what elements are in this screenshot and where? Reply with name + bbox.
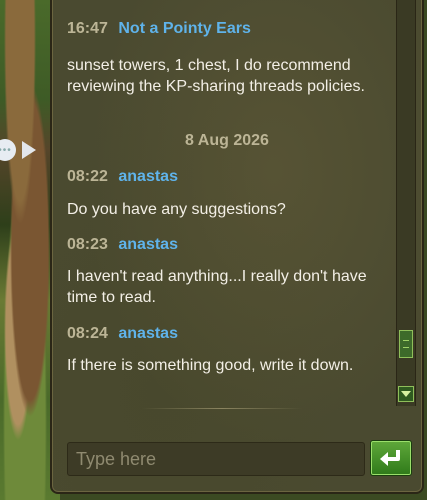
send-button[interactable]: [370, 440, 412, 476]
play-arrow-icon[interactable]: [22, 141, 36, 159]
message-author[interactable]: anastas: [118, 168, 178, 185]
message-header: 08:22 anastas: [67, 168, 178, 186]
message-list: 16:47 Not a Pointy Ears sunset towers, 1…: [67, 0, 387, 408]
message-header: 16:47 Not a Pointy Ears: [67, 20, 251, 38]
divider: [142, 408, 302, 409]
message-text: sunset towers, 1 chest, I do recommend r…: [67, 57, 365, 95]
date-separator: 8 Aug 2026: [185, 132, 269, 149]
message-time: 16:47: [67, 20, 108, 37]
message-text: Do you have any suggestions?: [67, 201, 286, 218]
chevron-down-icon[interactable]: [398, 386, 414, 402]
chat-bubble-icon[interactable]: •••: [0, 139, 16, 161]
message-author[interactable]: Not a Pointy Ears: [118, 20, 250, 37]
chat-message-input[interactable]: [67, 442, 365, 476]
message-text: I haven't read anything...I really don't…: [67, 268, 367, 306]
message-time: 08:22: [67, 168, 108, 185]
message-author[interactable]: anastas: [118, 236, 178, 253]
map-navigation: •••: [0, 136, 48, 164]
message-header: 08:23 anastas: [67, 236, 178, 254]
message-author[interactable]: anastas: [118, 325, 178, 342]
chat-panel: 16:47 Not a Pointy Ears sunset towers, 1…: [50, 0, 424, 494]
scrollbar-thumb[interactable]: [399, 330, 413, 358]
chat-scrollbar[interactable]: [396, 0, 416, 406]
message-text: If there is something good, write it dow…: [67, 357, 354, 374]
message-header: 08:24 anastas: [67, 325, 178, 343]
message-time: 08:23: [67, 236, 108, 253]
enter-arrow-icon: [380, 450, 400, 466]
message-time: 08:24: [67, 325, 108, 342]
